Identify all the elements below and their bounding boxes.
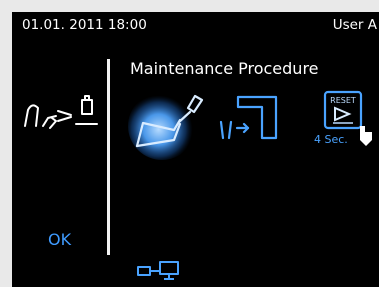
instrument-care-icon [24,95,98,129]
reset-badge-label: RESET [330,96,356,105]
reset-button[interactable]: RESET 4 Sec. [305,90,373,152]
ok-button[interactable]: OK [48,230,71,249]
vertical-divider [107,59,110,255]
datetime-display: 01.01. 2011 18:00 [22,17,147,33]
handpiece-spray-icon[interactable] [124,80,210,164]
reset-icon: RESET 4 Sec. [314,90,372,146]
page-title: Maintenance Procedure [130,59,319,78]
handpiece-transfer-icon[interactable] [217,92,281,142]
hold-time-label: 4 Sec. [314,133,348,146]
current-user: User A [332,17,377,33]
network-icon [137,261,179,280]
device-screen: 01.01. 2011 18:00 User A Maintenance Pro… [12,12,379,287]
status-bar: 01.01. 2011 18:00 User A [12,12,379,38]
